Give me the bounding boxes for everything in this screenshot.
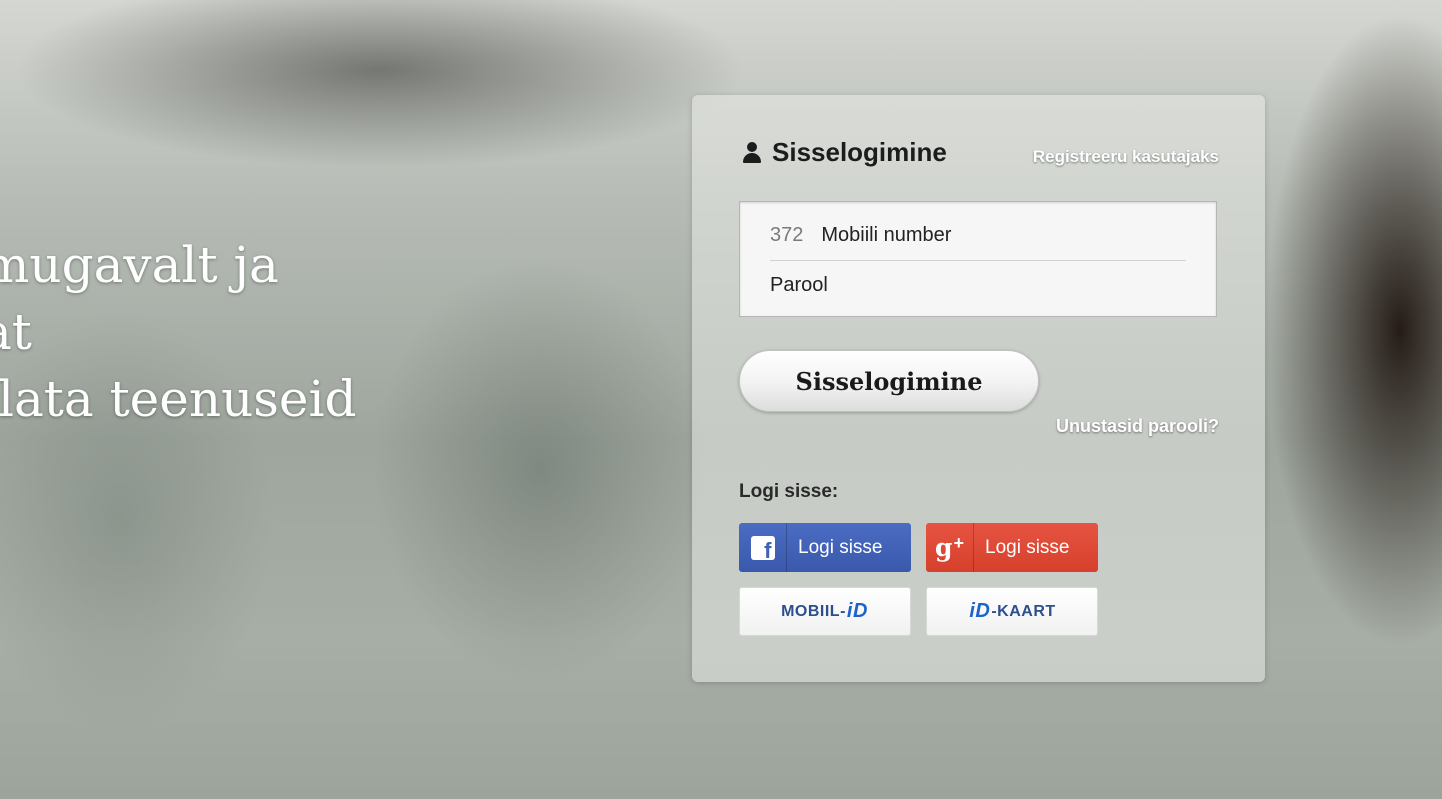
login-form: 372 (739, 201, 1217, 317)
phone-input[interactable] (821, 223, 1122, 247)
hero-line-2: at (0, 303, 32, 361)
register-link[interactable]: Registreeru kasutajaks (1033, 147, 1219, 167)
hero-line-1: mugavalt ja (0, 236, 279, 294)
login-title: Sisselogimine (742, 137, 947, 168)
google-login-label: Logi sisse (985, 536, 1070, 558)
google-login-button[interactable]: g + Logi sisse (926, 523, 1098, 572)
facebook-login-button[interactable]: f Logi sisse (739, 523, 911, 572)
login-button[interactable]: Sisselogimine (739, 350, 1039, 412)
phone-row: 372 (770, 210, 1186, 261)
login-header: Sisselogimine Registreeru kasutajaks (742, 135, 1219, 175)
social-login-label: Logi sisse: (739, 481, 839, 502)
password-row (770, 260, 1186, 310)
mobiil-id-logo: MOBIIL-iD (781, 600, 868, 622)
forgot-password-link[interactable]: Unustasid parooli? (1056, 416, 1219, 437)
hero-text: mugavalt ja at llata teenuseid (0, 232, 357, 433)
phone-prefix: 372 (770, 223, 804, 246)
password-input[interactable] (770, 273, 1070, 297)
login-panel: Sisselogimine Registreeru kasutajaks 372… (692, 95, 1265, 682)
mobiil-id-button[interactable]: MOBIIL-iD (739, 587, 911, 636)
login-title-text: Sisselogimine (772, 137, 947, 167)
hero-line-3: llata teenuseid (0, 370, 357, 428)
facebook-login-label: Logi sisse (798, 536, 883, 558)
google-plus-icon: g + (926, 523, 974, 572)
facebook-icon: f (739, 523, 787, 572)
id-kaart-logo: iD -KAART (969, 600, 1056, 622)
id-kaart-button[interactable]: iD -KAART (926, 587, 1098, 636)
user-icon (742, 141, 762, 164)
